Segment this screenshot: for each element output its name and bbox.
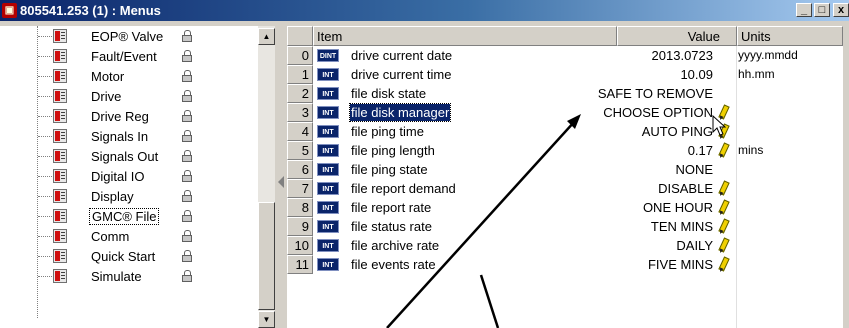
menus-window: ▣ 805541.253 (1) : Menus _ □ x EOP® Valv… (0, 0, 849, 328)
mouse-cursor-icon (712, 115, 727, 136)
annotation-arrow-line-2 (479, 274, 500, 328)
annotation-arrow-line (386, 120, 576, 328)
annotation-arrows (386, 114, 581, 328)
